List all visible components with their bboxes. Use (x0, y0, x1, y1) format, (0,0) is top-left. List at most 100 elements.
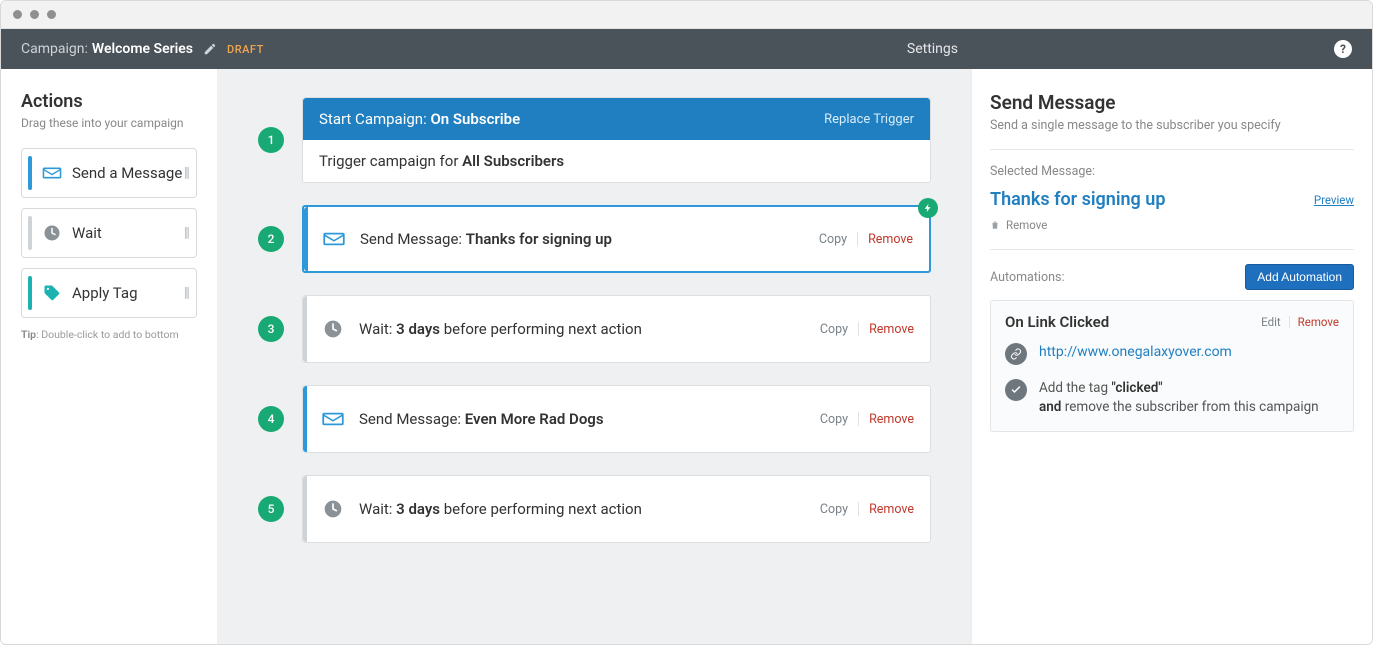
automation-url[interactable]: http://www.onegalaxyover.com (1039, 343, 1232, 360)
settings-link[interactable]: Settings (907, 41, 958, 57)
step-row-1: 1 Start Campaign: On Subscribe Replace T… (258, 97, 931, 183)
action-send-message[interactable]: Send a Message ||| (21, 148, 197, 198)
automation-card: On Link Clicked Edit Remove http://www.o… (990, 300, 1354, 432)
action-accent (28, 156, 32, 190)
automation-link-row: http://www.onegalaxyover.com (1005, 343, 1339, 365)
tag-icon (40, 284, 64, 302)
trash-icon (990, 219, 1000, 231)
remove-step-link[interactable]: Remove (869, 502, 914, 517)
remove-message-link[interactable]: Remove (990, 218, 1047, 232)
remove-automation-link[interactable]: Remove (1298, 315, 1339, 329)
status-badge: DRAFT (227, 43, 264, 56)
action-label: Wait (72, 224, 184, 242)
envelope-icon (307, 411, 359, 427)
action-accent (28, 276, 32, 310)
step-text: Wait: 3 days before performing next acti… (359, 320, 820, 338)
copy-step-link[interactable]: Copy (820, 322, 848, 337)
topbar: Campaign: Welcome Series DRAFT Settings … (1, 29, 1372, 69)
step-number: 3 (258, 316, 284, 342)
start-campaign-header: Start Campaign: On Subscribe Replace Tri… (303, 98, 930, 140)
selected-message-title[interactable]: Thanks for signing up (990, 189, 1304, 210)
start-campaign-card[interactable]: Start Campaign: On Subscribe Replace Tri… (302, 97, 931, 183)
envelope-icon (308, 231, 360, 247)
app-window: Campaign: Welcome Series DRAFT Settings … (0, 0, 1373, 645)
window-close-dot[interactable] (13, 10, 22, 19)
automation-action-text: Add the tag "clicked" and remove the sub… (1039, 379, 1319, 417)
copy-step-link[interactable]: Copy (820, 502, 848, 517)
automation-title: On Link Clicked (1005, 313, 1109, 331)
step-actions: Copy Remove (820, 322, 914, 337)
window-zoom-dot[interactable] (47, 10, 56, 19)
help-icon[interactable]: ? (1334, 40, 1352, 58)
edit-automation-link[interactable]: Edit (1261, 315, 1280, 329)
details-panel: Send Message Send a single message to th… (971, 69, 1372, 644)
step-text: Send Message: Even More Rad Dogs (359, 410, 820, 428)
divider (1289, 316, 1290, 328)
wait-step[interactable]: Wait: 3 days before performing next acti… (302, 475, 931, 543)
remove-step-link[interactable]: Remove (868, 232, 913, 247)
drag-handle-icon: ||| (184, 285, 188, 301)
divider (858, 502, 859, 516)
step-actions: Copy Remove (819, 232, 913, 247)
action-wait[interactable]: Wait ||| (21, 208, 197, 258)
action-accent (28, 216, 32, 250)
start-title-trigger: On Subscribe (430, 110, 520, 128)
send-message-step[interactable]: Send Message: Even More Rad Dogs Copy Re… (302, 385, 931, 453)
campaign-prefix: Campaign: (21, 41, 88, 57)
drag-handle-icon: ||| (184, 165, 188, 181)
divider (858, 322, 859, 336)
add-automation-button[interactable]: Add Automation (1245, 264, 1354, 290)
wait-step[interactable]: Wait: 3 days before performing next acti… (302, 295, 931, 363)
copy-step-link[interactable]: Copy (820, 412, 848, 427)
automation-badge-icon (918, 198, 938, 218)
step-number: 4 (258, 406, 284, 432)
preview-link[interactable]: Preview (1314, 193, 1354, 210)
step-actions: Copy Remove (820, 502, 914, 517)
step-text: Send Message: Thanks for signing up (360, 230, 819, 248)
action-label: Send a Message (72, 164, 184, 182)
window-titlebar (1, 1, 1372, 29)
campaign-name: Welcome Series (92, 41, 193, 57)
remove-step-link[interactable]: Remove (869, 322, 914, 337)
step-text: Wait: 3 days before performing next acti… (359, 500, 820, 518)
panel-title: Send Message (990, 91, 1354, 114)
main-area: Actions Drag these into your campaign Se… (1, 69, 1372, 644)
automations-label: Automations: (990, 270, 1064, 285)
step-row-4: 4 Send Message: Even More Rad Dogs Copy … (258, 385, 931, 453)
check-circle-icon (1005, 379, 1027, 401)
send-message-step[interactable]: Send Message: Thanks for signing up Copy… (302, 205, 931, 273)
divider (990, 149, 1354, 150)
divider (858, 412, 859, 426)
step-row-3: 3 Wait: 3 days before performing next ac… (258, 295, 931, 363)
step-number: 2 (258, 226, 284, 252)
edit-campaign-icon[interactable] (203, 42, 217, 56)
step-row-5: 5 Wait: 3 days before performing next ac… (258, 475, 931, 543)
actions-subtitle: Drag these into your campaign (21, 116, 197, 130)
clock-icon (307, 319, 359, 339)
link-icon (1005, 343, 1027, 365)
campaign-canvas: 1 Start Campaign: On Subscribe Replace T… (218, 69, 971, 644)
action-apply-tag[interactable]: Apply Tag ||| (21, 268, 197, 318)
actions-tip: Tip: Double-click to add to bottom (21, 328, 197, 341)
drag-handle-icon: ||| (184, 225, 188, 241)
step-number: 1 (258, 127, 284, 153)
envelope-icon (40, 166, 64, 180)
actions-title: Actions (21, 91, 197, 112)
action-label: Apply Tag (72, 284, 184, 302)
remove-step-link[interactable]: Remove (869, 412, 914, 427)
replace-trigger-link[interactable]: Replace Trigger (824, 112, 914, 127)
clock-icon (40, 224, 64, 242)
copy-step-link[interactable]: Copy (819, 232, 847, 247)
automation-action-row: Add the tag "clicked" and remove the sub… (1005, 379, 1339, 417)
start-campaign-body: Trigger campaign for All Subscribers (303, 140, 930, 182)
divider (990, 249, 1354, 250)
start-title-prefix: Start Campaign: (319, 110, 427, 128)
selected-message-label: Selected Message: (990, 164, 1354, 179)
step-actions: Copy Remove (820, 412, 914, 427)
window-minimize-dot[interactable] (30, 10, 39, 19)
actions-sidebar: Actions Drag these into your campaign Se… (1, 69, 218, 644)
divider (857, 232, 858, 246)
panel-description: Send a single message to the subscriber … (990, 118, 1354, 133)
clock-icon (307, 499, 359, 519)
step-row-2: 2 Send Message: Thanks for signing up Co… (258, 205, 931, 273)
